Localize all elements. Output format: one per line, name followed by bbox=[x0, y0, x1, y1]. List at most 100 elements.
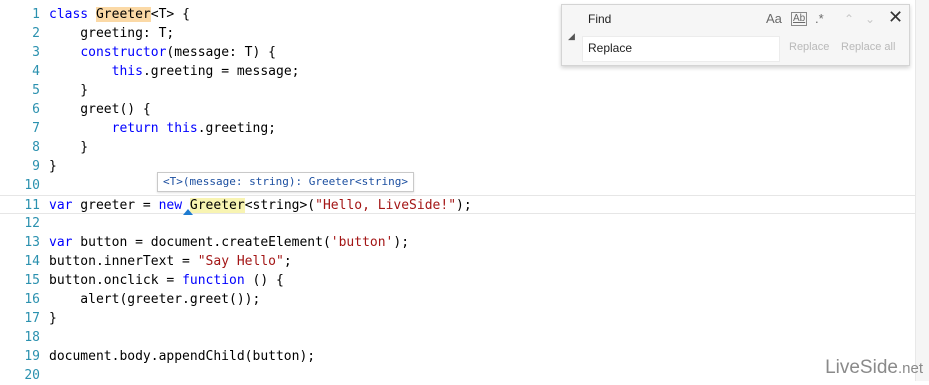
line-number: 13 bbox=[24, 235, 40, 250]
line-number: 11 bbox=[24, 198, 40, 213]
code-token: alert(greeter.greet()); bbox=[49, 292, 261, 307]
code-line[interactable]: 5 } bbox=[0, 81, 916, 100]
line-number: 9 bbox=[32, 159, 40, 174]
code-line[interactable]: 20 bbox=[0, 366, 916, 385]
code-text[interactable]: greeting: T; bbox=[49, 24, 174, 43]
code-token: <string>( bbox=[244, 198, 316, 213]
code-token: (message: T) { bbox=[166, 45, 276, 60]
code-token: greeter = bbox=[72, 198, 159, 213]
code-token: document.body.appendChild(button); bbox=[49, 349, 316, 364]
code-line[interactable]: 10 bbox=[0, 176, 916, 195]
code-token: button.onclick = bbox=[49, 273, 183, 288]
line-number: 7 bbox=[32, 121, 40, 136]
line-number: 15 bbox=[24, 273, 40, 288]
match-case-icon[interactable]: Aa bbox=[766, 11, 782, 26]
code-token: } bbox=[49, 140, 89, 155]
toggle-replace-icon[interactable]: ◢ bbox=[568, 31, 575, 42]
regex-icon[interactable]: .* bbox=[815, 11, 824, 26]
code-text[interactable]: alert(greeter.greet()); bbox=[49, 290, 260, 309]
code-text[interactable]: this.greeting = message; bbox=[49, 62, 300, 81]
code-token: this bbox=[166, 121, 198, 136]
code-text[interactable]: button.onclick = function () { bbox=[49, 271, 284, 290]
code-token: 'button' bbox=[330, 235, 394, 250]
code-text[interactable]: class Greeter<T> { bbox=[49, 5, 190, 24]
signature-help-caret-icon bbox=[183, 209, 193, 215]
code-token: greeting: T; bbox=[49, 26, 175, 41]
find-input-text: Find bbox=[588, 12, 612, 26]
code-text[interactable]: constructor(message: T) { bbox=[49, 43, 276, 62]
code-text[interactable]: var greeter = new Greeter<string>("Hello… bbox=[49, 196, 472, 215]
code-text[interactable]: } bbox=[49, 157, 57, 176]
code-token: new bbox=[158, 198, 183, 213]
code-token: } bbox=[49, 83, 89, 98]
code-line[interactable]: 15 button.onclick = function () { bbox=[0, 271, 916, 290]
code-token: () { bbox=[244, 273, 284, 288]
code-text[interactable]: } bbox=[49, 309, 57, 328]
replace-input[interactable]: Replace bbox=[582, 36, 780, 62]
signature-help-tooltip: <T>(message: string): Greeter<string> bbox=[157, 172, 415, 192]
line-number: 8 bbox=[32, 140, 40, 155]
code-line[interactable]: 12 bbox=[0, 214, 916, 233]
code-token: ); bbox=[456, 198, 472, 213]
code-line[interactable]: 16 alert(greeter.greet()); bbox=[0, 290, 916, 309]
find-replace-widget: ◢ Find Aa Ab .* ⌃ ⌄ ✕ Replace Replace Re… bbox=[561, 4, 910, 66]
code-text[interactable]: greet() { bbox=[49, 100, 150, 119]
watermark-logo: LiveSide.net bbox=[825, 357, 923, 379]
code-line[interactable]: 11 var greeter = new Greeter<string>("Hel… bbox=[0, 195, 916, 214]
code-line[interactable]: 6 greet() { bbox=[0, 100, 916, 119]
line-number: 4 bbox=[32, 64, 40, 79]
line-number: 5 bbox=[32, 83, 40, 98]
code-line[interactable]: 17} bbox=[0, 309, 916, 328]
line-number: 17 bbox=[24, 311, 40, 326]
replace-input-text: Replace bbox=[588, 41, 633, 55]
code-line[interactable]: 9} bbox=[0, 157, 916, 176]
code-token: Greeter bbox=[189, 198, 245, 213]
code-text[interactable]: var button = document.createElement('but… bbox=[49, 233, 409, 252]
previous-match-icon[interactable]: ⌃ bbox=[844, 12, 854, 26]
code-line[interactable]: 18 bbox=[0, 328, 916, 347]
code-token: this bbox=[111, 64, 143, 79]
code-token: button = document.createElement( bbox=[72, 235, 331, 250]
line-number: 19 bbox=[24, 349, 40, 364]
code-token: "Hello, LiveSide!" bbox=[315, 198, 457, 213]
line-number: 12 bbox=[24, 216, 40, 231]
line-number: 16 bbox=[24, 292, 40, 307]
code-token: "Say Hello" bbox=[197, 254, 284, 269]
watermark-brand: LiveSide bbox=[825, 357, 898, 378]
code-text[interactable]: button.innerText = "Say Hello"; bbox=[49, 252, 292, 271]
next-match-icon[interactable]: ⌄ bbox=[865, 12, 875, 26]
code-token: constructor bbox=[80, 45, 167, 60]
replace-all-button[interactable]: Replace all bbox=[841, 41, 895, 53]
vertical-scrollbar[interactable] bbox=[915, 0, 929, 381]
line-number: 18 bbox=[24, 330, 40, 345]
code-token: button.innerText = bbox=[49, 254, 198, 269]
code-line[interactable]: 8 } bbox=[0, 138, 916, 157]
code-text[interactable]: document.body.appendChild(button); bbox=[49, 347, 315, 366]
code-text[interactable]: return this.greeting; bbox=[49, 119, 276, 138]
code-token: Greeter bbox=[95, 7, 151, 22]
whole-word-icon[interactable]: Ab bbox=[791, 12, 808, 26]
line-number: 1 bbox=[32, 7, 40, 22]
code-token: } bbox=[49, 311, 57, 326]
code-token: class bbox=[49, 7, 96, 22]
code-text[interactable]: } bbox=[49, 81, 88, 100]
code-line[interactable]: 7 return this.greeting; bbox=[0, 119, 916, 138]
line-number: 14 bbox=[24, 254, 40, 269]
line-number: 2 bbox=[32, 26, 40, 41]
code-token: .greeting; bbox=[197, 121, 277, 136]
code-line[interactable]: 13 var button = document.createElement('b… bbox=[0, 233, 916, 252]
code-token: return bbox=[111, 121, 159, 136]
code-line[interactable]: 19 document.body.appendChild(button); bbox=[0, 347, 916, 366]
replace-button[interactable]: Replace bbox=[789, 41, 829, 53]
code-line[interactable]: 14 button.innerText = "Say Hello"; bbox=[0, 252, 916, 271]
line-number: 10 bbox=[24, 178, 40, 193]
find-input[interactable]: Find Aa Ab .* ⌃ ⌄ ✕ bbox=[582, 7, 906, 32]
code-text[interactable]: } bbox=[49, 138, 88, 157]
code-token: ; bbox=[283, 254, 292, 269]
line-number: 20 bbox=[24, 368, 40, 383]
close-icon[interactable]: ✕ bbox=[888, 7, 903, 28]
code-token: <T> { bbox=[150, 7, 190, 22]
